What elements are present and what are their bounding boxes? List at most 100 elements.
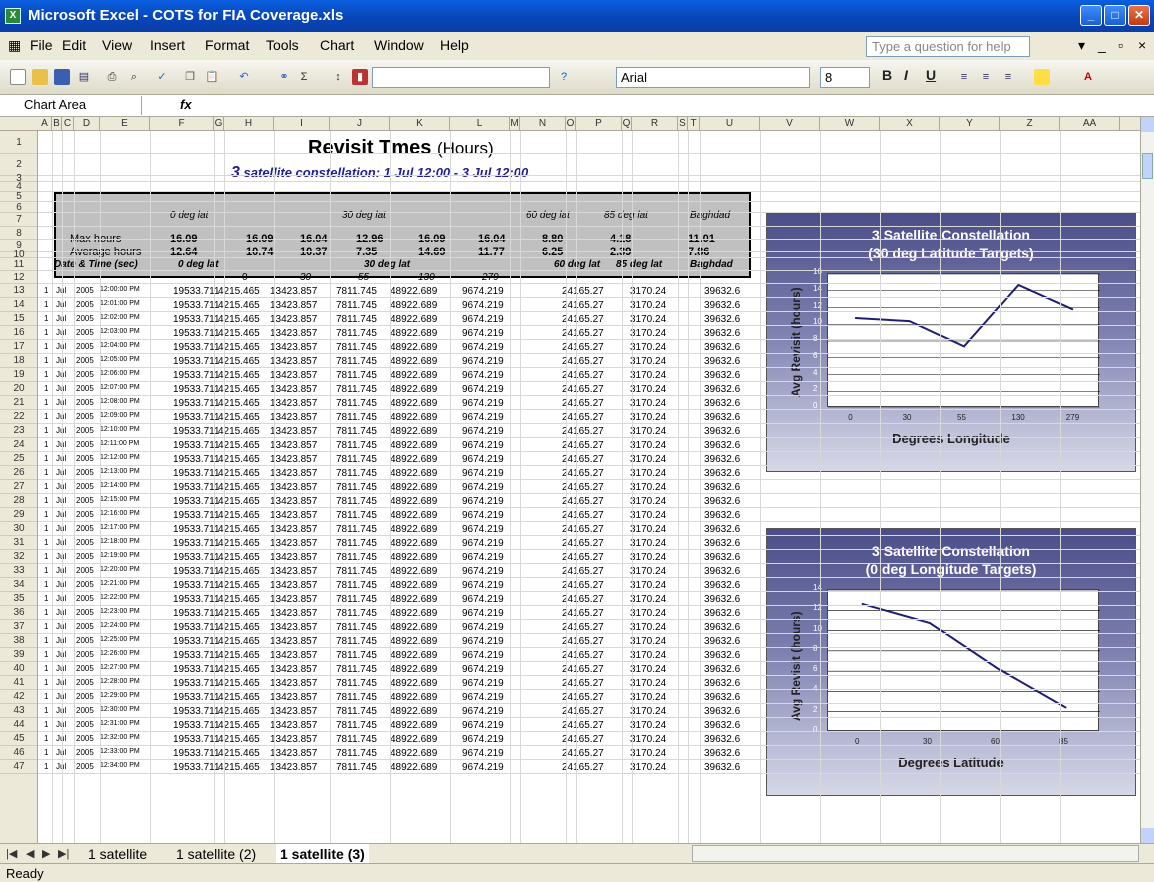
menu-insert[interactable]: Insert: [150, 37, 185, 53]
row-header[interactable]: 20: [0, 382, 37, 396]
row-header[interactable]: 28: [0, 494, 37, 508]
row-header[interactable]: 47: [0, 760, 37, 774]
minimize-button[interactable]: _: [1080, 5, 1102, 26]
help-icon[interactable]: ?: [556, 69, 572, 85]
row-header[interactable]: 38: [0, 634, 37, 648]
permission-icon[interactable]: ▤: [76, 69, 92, 85]
column-header[interactable]: Y: [940, 117, 1000, 131]
research-icon[interactable]: ✓: [154, 69, 170, 85]
row-header[interactable]: 14: [0, 298, 37, 312]
tab-1-satellite-2[interactable]: 1 satellite (2): [172, 844, 260, 863]
hyperlink-icon[interactable]: ⚭: [276, 69, 292, 85]
name-box[interactable]: Chart Area: [2, 96, 142, 115]
row-header[interactable]: 42: [0, 690, 37, 704]
row-header[interactable]: 31: [0, 536, 37, 550]
column-header[interactable]: Z: [1000, 117, 1060, 131]
column-header[interactable]: J: [330, 117, 390, 131]
row-header[interactable]: 32: [0, 550, 37, 564]
row-header[interactable]: 19: [0, 368, 37, 382]
row-header[interactable]: 44: [0, 718, 37, 732]
worksheet-grid[interactable]: Revisit Tmes (Hours) 3 satellite constel…: [38, 131, 1140, 843]
menu-tools[interactable]: Tools: [266, 37, 299, 53]
vertical-scrollbar[interactable]: [1140, 117, 1154, 843]
row-header[interactable]: 29: [0, 508, 37, 522]
column-header[interactable]: X: [880, 117, 940, 131]
column-header[interactable]: U: [700, 117, 760, 131]
row-header[interactable]: 6: [0, 202, 37, 213]
menu-window[interactable]: Window: [374, 37, 424, 53]
menu-chart[interactable]: Chart: [320, 37, 354, 53]
first-sheet-icon[interactable]: |◀: [6, 847, 17, 860]
row-header[interactable]: 24: [0, 438, 37, 452]
chart-0-deg-longitude[interactable]: 3 Satellite Constellation (0 deg Longitud…: [766, 528, 1136, 796]
column-header[interactable]: V: [760, 117, 820, 131]
column-header[interactable]: Q: [622, 117, 632, 131]
close-button[interactable]: ✕: [1128, 5, 1150, 26]
align-center-icon[interactable]: ≡: [978, 69, 994, 85]
sort-icon[interactable]: ↕: [330, 69, 346, 85]
row-header[interactable]: 39: [0, 648, 37, 662]
row-header[interactable]: 34: [0, 578, 37, 592]
zoom-dropdown[interactable]: [372, 67, 550, 88]
column-header[interactable]: S: [678, 117, 688, 131]
row-header[interactable]: 22: [0, 410, 37, 424]
column-header[interactable]: I: [274, 117, 330, 131]
column-header[interactable]: P: [576, 117, 622, 131]
row-header[interactable]: 21: [0, 396, 37, 410]
column-header[interactable]: H: [224, 117, 274, 131]
chart-wizard-icon[interactable]: ▮: [352, 69, 368, 85]
column-header[interactable]: W: [820, 117, 880, 131]
save-icon[interactable]: [54, 69, 70, 85]
row-header[interactable]: 17: [0, 340, 37, 354]
maximize-button[interactable]: □: [1104, 5, 1126, 26]
row-header[interactable]: 5: [0, 192, 37, 202]
column-header[interactable]: B: [52, 117, 62, 131]
row-header[interactable]: 45: [0, 732, 37, 746]
chevron-down-icon[interactable]: ▾: [1078, 37, 1085, 54]
fill-color-icon[interactable]: [1034, 69, 1050, 85]
row-header[interactable]: 25: [0, 452, 37, 466]
menu-view[interactable]: View: [102, 37, 132, 53]
scroll-up-icon[interactable]: [1141, 117, 1154, 132]
tab-1-satellite-3[interactable]: 1 satellite (3): [276, 844, 369, 863]
row-header[interactable]: 33: [0, 564, 37, 578]
prev-sheet-icon[interactable]: ◀: [26, 847, 34, 860]
row-header[interactable]: 15: [0, 312, 37, 326]
autosum-icon[interactable]: Σ: [296, 69, 312, 85]
scroll-down-icon[interactable]: [1141, 828, 1154, 843]
tab-1-satellite[interactable]: 1 satellite: [84, 844, 151, 863]
row-header[interactable]: 18: [0, 354, 37, 368]
scroll-thumb[interactable]: [1142, 153, 1153, 179]
column-header[interactable]: R: [632, 117, 678, 131]
row-header[interactable]: 23: [0, 424, 37, 438]
column-header[interactable]: F: [150, 117, 214, 131]
column-header[interactable]: T: [688, 117, 700, 131]
column-header[interactable]: N: [520, 117, 566, 131]
row-header[interactable]: 16: [0, 326, 37, 340]
copy-icon[interactable]: ❐: [182, 69, 198, 85]
next-sheet-icon[interactable]: ▶: [42, 847, 50, 860]
row-header[interactable]: 35: [0, 592, 37, 606]
paste-icon[interactable]: 📋: [204, 69, 220, 85]
column-header[interactable]: E: [100, 117, 150, 131]
row-header[interactable]: 7: [0, 213, 37, 227]
row-header[interactable]: 46: [0, 746, 37, 760]
column-header[interactable]: M: [510, 117, 520, 131]
column-header[interactable]: A: [38, 117, 52, 131]
menu-format[interactable]: Format: [205, 37, 249, 53]
open-icon[interactable]: [32, 69, 48, 85]
font-color-icon[interactable]: A: [1080, 69, 1096, 85]
row-header[interactable]: 11: [0, 258, 37, 271]
row-header[interactable]: 40: [0, 662, 37, 676]
row-header[interactable]: 41: [0, 676, 37, 690]
underline-button[interactable]: U: [926, 67, 936, 83]
doc-icon[interactable]: ▦: [8, 37, 21, 54]
row-header[interactable]: 8: [0, 227, 37, 240]
doc-minimize-button[interactable]: _: [1098, 37, 1106, 53]
column-header[interactable]: L: [450, 117, 510, 131]
column-header[interactable]: K: [390, 117, 450, 131]
doc-restore-button[interactable]: ▫: [1118, 37, 1123, 53]
italic-button[interactable]: I: [904, 67, 908, 83]
bold-button[interactable]: B: [882, 67, 892, 83]
help-search-input[interactable]: Type a question for help: [866, 36, 1030, 57]
